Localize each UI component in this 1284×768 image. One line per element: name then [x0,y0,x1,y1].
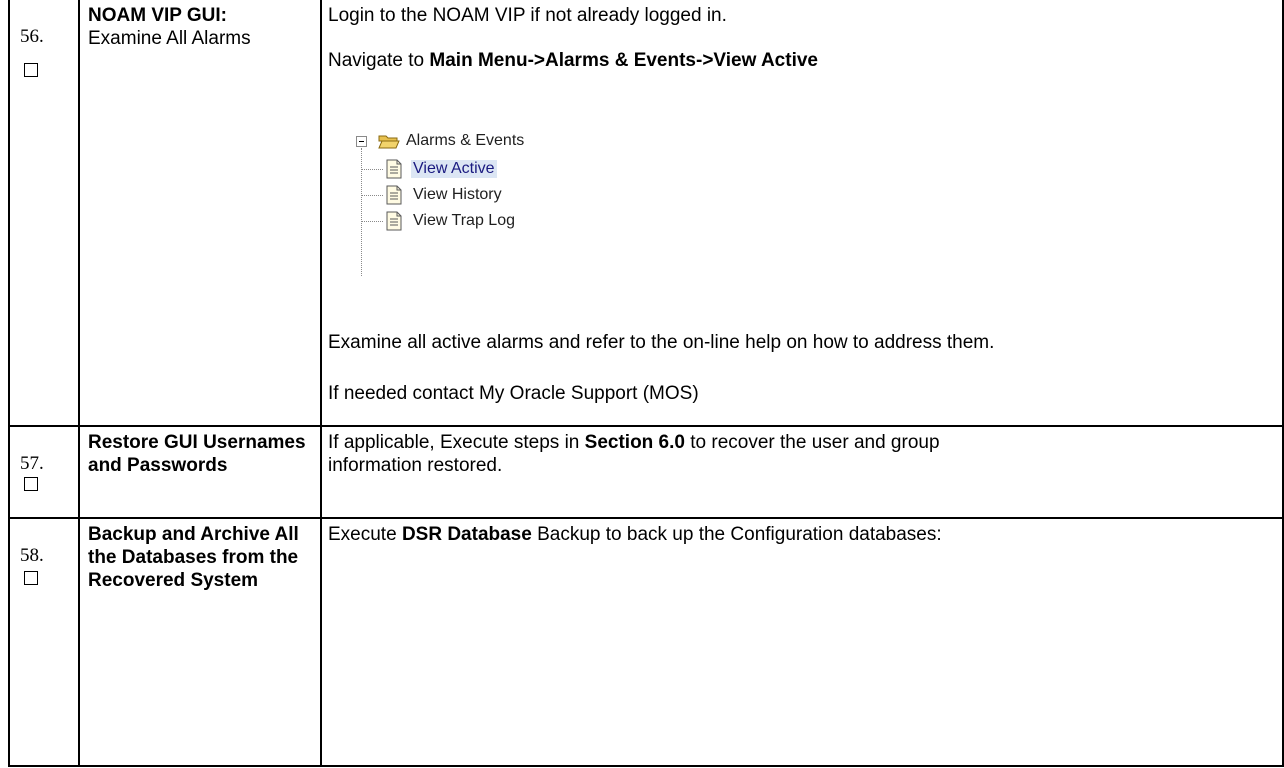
login-instruction: Login to the NOAM VIP if not already log… [328,5,727,26]
section-reference: Section 6.0 [584,432,685,453]
step-description-cell: Execute DSR Database Backup to back up t… [322,519,1282,765]
restore-suffix: to recover the user and group [684,432,940,453]
tree-root-label[interactable]: Alarms & Events [406,132,524,150]
step-title-bold: Restore GUI Usernames and Passwords [88,432,306,476]
step-title: Restore GUI Usernames and Passwords [88,431,316,477]
procedure-table: 56. NOAM VIP GUI: Examine All Alarms Log… [8,0,1284,767]
tree-item-view-history[interactable]: View History [361,184,601,206]
step-checkbox[interactable] [24,477,38,491]
step-number-cell: 58. [10,519,80,765]
step-checkbox[interactable] [24,571,38,585]
step-title: NOAM VIP GUI: Examine All Alarms [88,4,316,50]
contact-instruction: If needed contact My Oracle Support (MOS… [328,383,699,404]
step-title-rest: Examine All Alarms [88,28,251,49]
restore-prefix: If applicable, Execute steps in [328,432,585,453]
step-row-56: 56. NOAM VIP GUI: Examine All Alarms Log… [8,0,1284,427]
step-number: 58. [20,545,44,566]
tree-item-view-active[interactable]: View Active [361,158,601,180]
document-icon [386,211,402,231]
navigate-prefix: Navigate to [328,50,430,71]
step-number-cell: 56. [10,0,80,425]
step-row-57: 57. Restore GUI Usernames and Passwords … [8,427,1284,519]
step-title-cell: Backup and Archive All the Databases fro… [80,519,322,765]
document-icon [386,185,402,205]
collapse-icon[interactable] [356,136,367,147]
step-description-cell: Login to the NOAM VIP if not already log… [322,0,1282,425]
step-number-cell: 57. [10,427,80,517]
dsr-database-label: DSR Database [401,524,532,545]
menu-tree: Alarms & Events View Active View History… [356,130,616,290]
tree-item-label: View History [413,186,502,203]
step-row-58: 58. Backup and Archive All the Databases… [8,519,1284,767]
step-number: 57. [20,453,44,474]
backup-suffix: Backup to back up the Configuration data… [531,524,942,545]
document-icon [386,159,402,179]
step-description-cell: If applicable, Execute steps in Section … [322,427,1282,517]
step-checkbox[interactable] [24,63,38,77]
step-title-cell: NOAM VIP GUI: Examine All Alarms [80,0,322,425]
step-title-cell: Restore GUI Usernames and Passwords [80,427,322,517]
open-folder-icon [378,135,400,149]
tree-item-label: View Active [411,160,497,178]
tree-item-view-trap-log[interactable]: View Trap Log [361,210,601,232]
tree-item-label: View Trap Log [413,212,515,229]
step-number: 56. [20,26,44,47]
restore-instruction-line2: information restored. [328,455,503,476]
backup-prefix: Execute [328,524,402,545]
backup-instruction: Execute DSR Database Backup to back up t… [328,523,942,546]
navigate-path: Main Menu->Alarms & Events->View Active [429,50,818,71]
examine-instruction: Examine all active alarms and refer to t… [328,332,995,353]
navigate-instruction: Navigate to Main Menu->Alarms & Events->… [328,49,818,72]
step-title-bold: NOAM VIP GUI: [88,5,227,26]
step-title: Backup and Archive All the Databases fro… [88,523,316,592]
restore-instruction: If applicable, Execute steps in Section … [328,431,940,454]
step-title-bold: Backup and Archive All the Databases fro… [88,524,299,591]
